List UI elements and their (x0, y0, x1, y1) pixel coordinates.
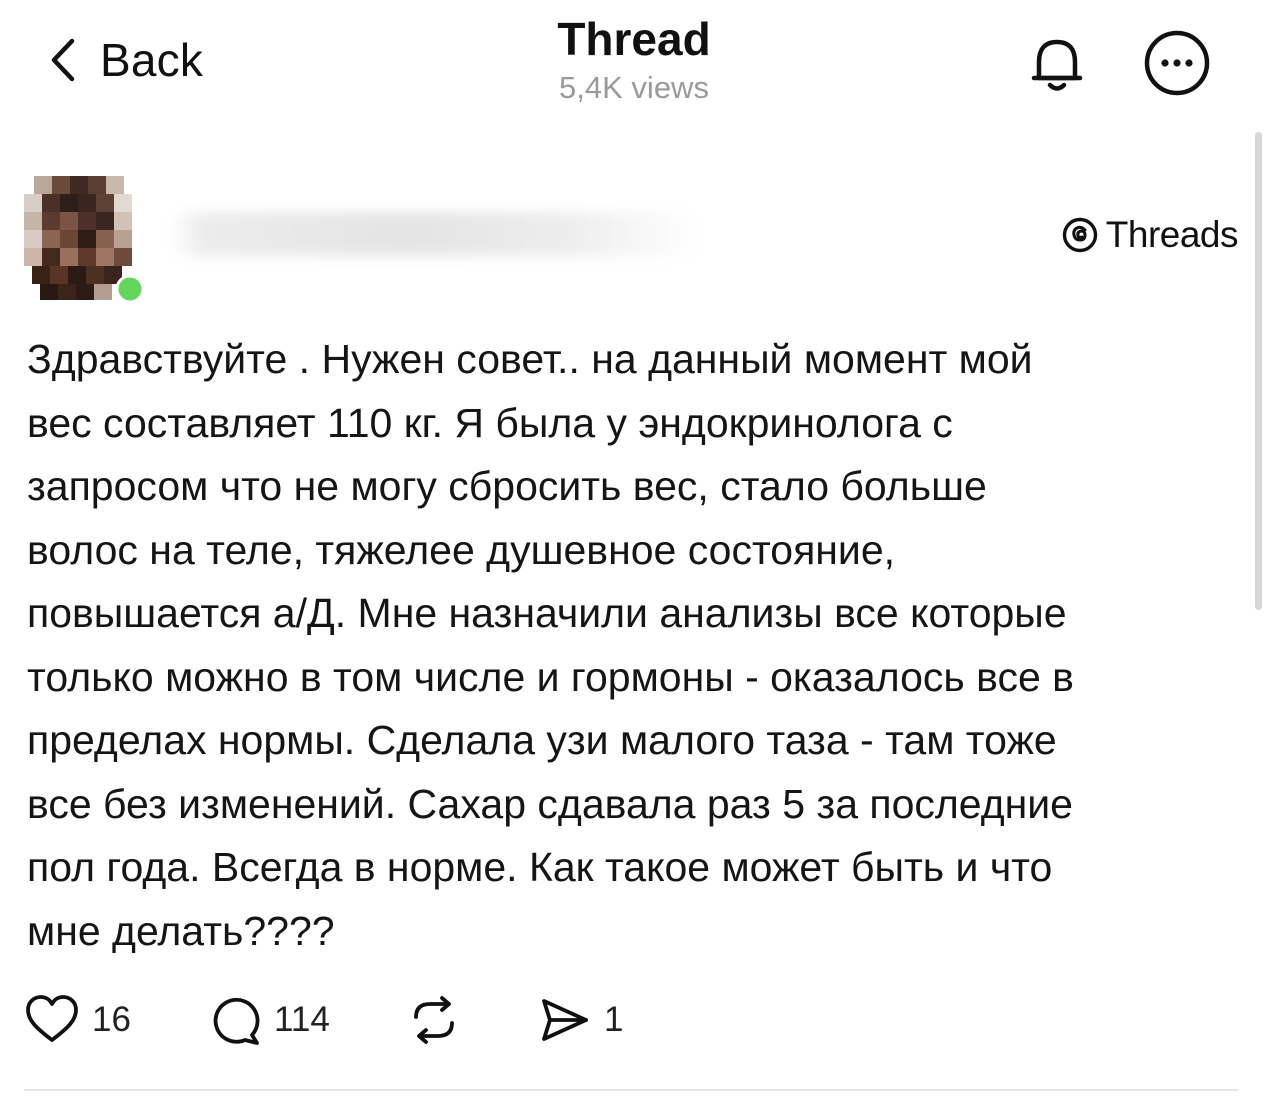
more-options-button[interactable] (1142, 28, 1212, 98)
view-count: 5,4K views (559, 70, 709, 105)
username-redacted[interactable] (170, 212, 700, 256)
post-body: Здравствуйте . Нужен совет.. на данный м… (27, 328, 1242, 963)
threads-badge-label: Threads (1105, 214, 1239, 255)
post-line: Здравствуйте . Нужен совет.. на данный м… (27, 336, 1033, 382)
post-line: мне делать???? (27, 907, 335, 954)
post-line: запросом что не могу сбросить вес, стало… (27, 463, 987, 509)
post-actions: 16 114 1 (24, 992, 724, 1048)
scrollbar[interactable] (1255, 132, 1262, 610)
avatar[interactable] (10, 168, 145, 308)
post-line: пол года. Всегда в норме. Как такое може… (27, 844, 1053, 890)
back-button[interactable]: Back (48, 30, 203, 90)
post-line: вес составляет 110 кг. Я была у эндокрин… (27, 399, 953, 446)
notifications-button[interactable] (1022, 28, 1092, 98)
send-icon (542, 999, 588, 1041)
bell-icon (1031, 39, 1083, 91)
heart-icon (26, 995, 78, 1042)
comment-icon (213, 997, 260, 1045)
post-line: волос на теле, тяжелее душевное состояни… (27, 526, 896, 573)
threads-badge[interactable]: Threads (1062, 214, 1239, 256)
header: Back Thread 5,4K views (0, 0, 1274, 130)
chevron-left-icon (51, 38, 75, 82)
threads-logo-icon (1062, 217, 1097, 253)
divider (24, 1089, 1238, 1091)
page-title: Thread (557, 13, 711, 65)
post-line: пределах нормы. Сделала узи малого таза … (27, 717, 1057, 763)
like-count: 16 (92, 1000, 131, 1039)
like-button[interactable]: 16 (24, 992, 131, 1048)
post-line: только можно в том числе и гормоны - ока… (27, 653, 1074, 700)
repost-button[interactable] (406, 992, 462, 1048)
reply-count: 114 (274, 1000, 330, 1039)
back-label: Back (100, 34, 204, 86)
post-line: все без изменений. Сахар сдавала раз 5 з… (27, 780, 1073, 827)
repost-icon (414, 996, 454, 1044)
share-count: 1 (604, 1000, 624, 1039)
share-button[interactable]: 1 (536, 992, 623, 1048)
reply-button[interactable]: 114 (208, 992, 330, 1048)
title-block: Thread 5,4K views (434, 12, 834, 108)
more-icon (1144, 30, 1210, 96)
post-line: повышается а/Д. Мне назначили анализы вс… (27, 590, 1067, 636)
